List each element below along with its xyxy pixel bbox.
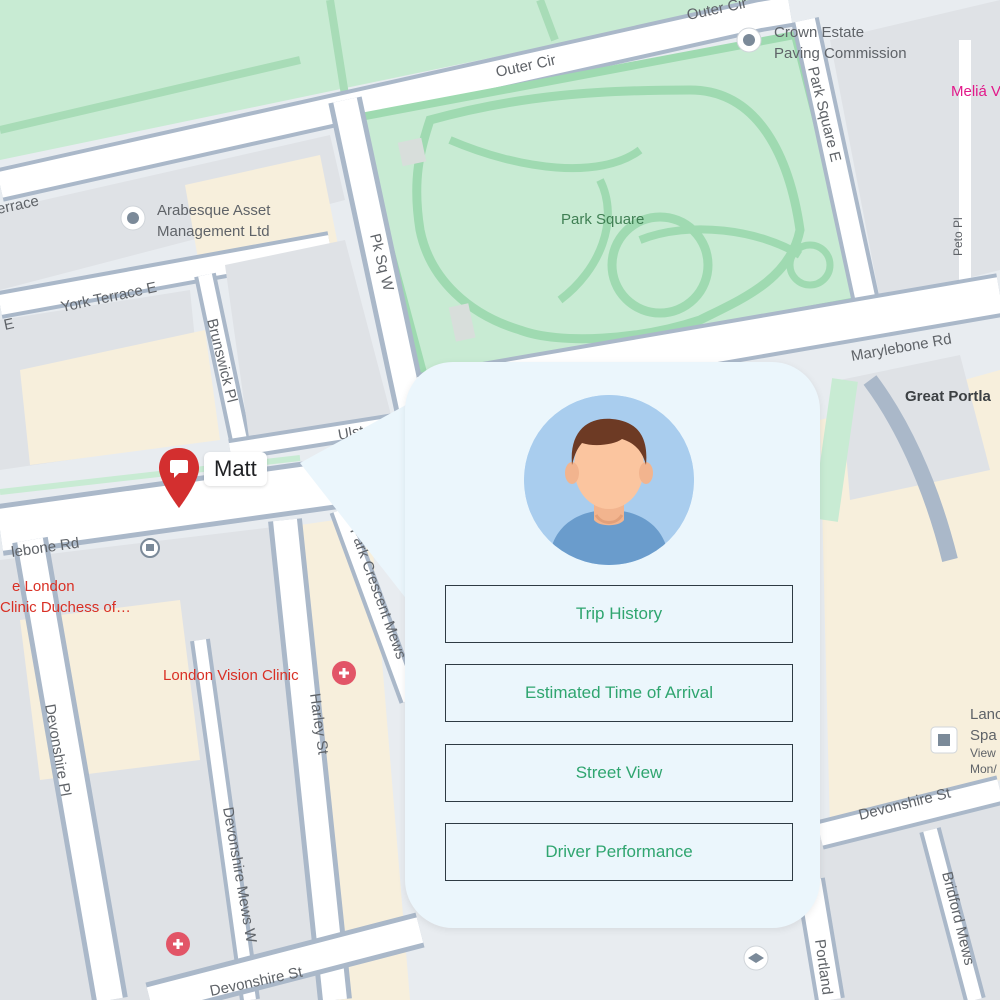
place-label-mon: Mon/ — [970, 762, 997, 776]
street-label-peto-pl: Peto Pl — [951, 217, 965, 256]
place-label-arabesque-1: Arabesque Asset — [157, 202, 271, 219]
place-label-london-vision-clinic: London Vision Clinic — [163, 667, 299, 684]
poi-icon-crown-estate[interactable] — [736, 27, 762, 53]
place-label-london-clinic-1: e London — [12, 578, 75, 595]
driver-performance-button[interactable]: Driver Performance — [445, 823, 793, 881]
place-label-london-clinic-2: Clinic Duchess of… — [0, 599, 131, 616]
marker-label[interactable]: Matt — [204, 452, 267, 486]
hospital-icon-south[interactable] — [166, 932, 190, 956]
bus-stop-icon[interactable] — [140, 538, 160, 558]
user-avatar-icon[interactable] — [524, 395, 694, 565]
place-label-crown-estate-1: Crown Estate — [774, 24, 864, 41]
place-label-great-portland: Great Portla — [905, 388, 992, 405]
place-label-land: Lanc — [970, 706, 1000, 723]
trip-history-button[interactable]: Trip History — [445, 585, 793, 643]
street-view-button[interactable]: Street View — [445, 744, 793, 802]
place-label-view: View — [970, 746, 996, 760]
estimated-time-of-arrival-button[interactable]: Estimated Time of Arrival — [445, 664, 793, 722]
place-label-arabesque-2: Management Ltd — [157, 223, 270, 240]
hospital-icon-london-vision-clinic[interactable] — [332, 661, 356, 685]
driver-popup: Trip History Estimated Time of Arrival S… — [405, 362, 820, 928]
place-label-melia: Meliá V — [951, 83, 1000, 100]
park-label-park-square: Park Square — [561, 211, 644, 228]
poi-icon-land-spa[interactable] — [930, 726, 958, 754]
place-label-spa: Spa — [970, 727, 997, 744]
place-label-crown-estate-2: Paving Commission — [774, 45, 907, 62]
poi-icon-arabesque[interactable] — [120, 205, 146, 231]
school-icon[interactable] — [743, 945, 769, 971]
